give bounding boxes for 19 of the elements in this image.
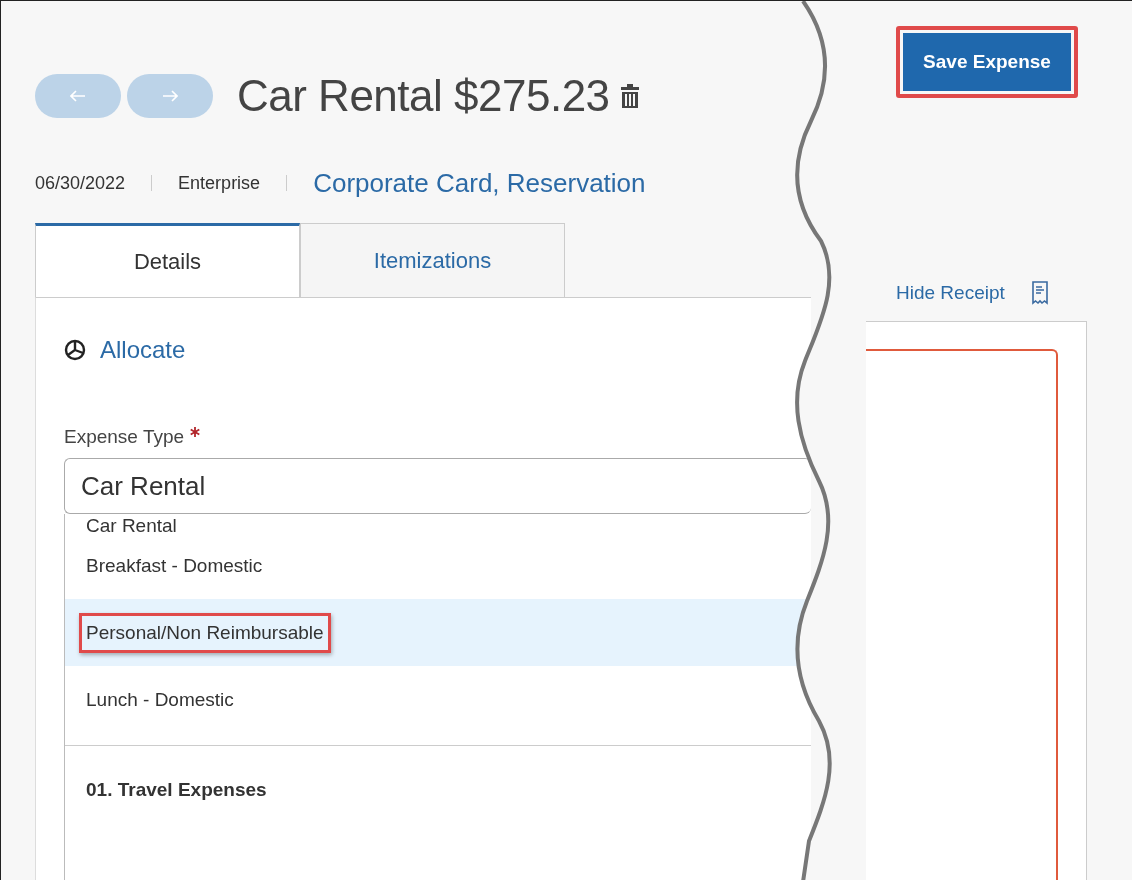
group-heading: 01. Travel Expenses (85, 778, 268, 802)
pie-chart-icon (64, 339, 86, 361)
payment-link[interactable]: Corporate Card, Reservation (313, 167, 646, 199)
tab[interactable]: Itemizations (300, 223, 565, 297)
save-expense-button[interactable]: Save Expense (896, 26, 1078, 98)
hide-receipt-link[interactable]: Hide Receipt (896, 282, 1005, 304)
expense-title: Car Rental $275.23 (237, 71, 610, 121)
field-label: Expense Type (64, 426, 185, 448)
dropdown-option[interactable]: Lunch - Domestic (79, 679, 241, 720)
dropdown-option[interactable]: Breakfast - Domestic (79, 545, 270, 586)
trash-icon[interactable] (619, 83, 640, 109)
receipt-icon[interactable] (1030, 280, 1049, 306)
expense-date: 06/30/2022 (35, 172, 126, 194)
dropdown-option[interactable]: Personal/Non Reimbursable (79, 612, 331, 653)
right-arrow-icon (162, 90, 178, 102)
vendor-name: Enterprise (178, 172, 261, 194)
left-arrow-icon (70, 90, 86, 102)
allocate-link[interactable]: Allocate (100, 336, 186, 364)
tab[interactable]: Details (35, 223, 300, 297)
